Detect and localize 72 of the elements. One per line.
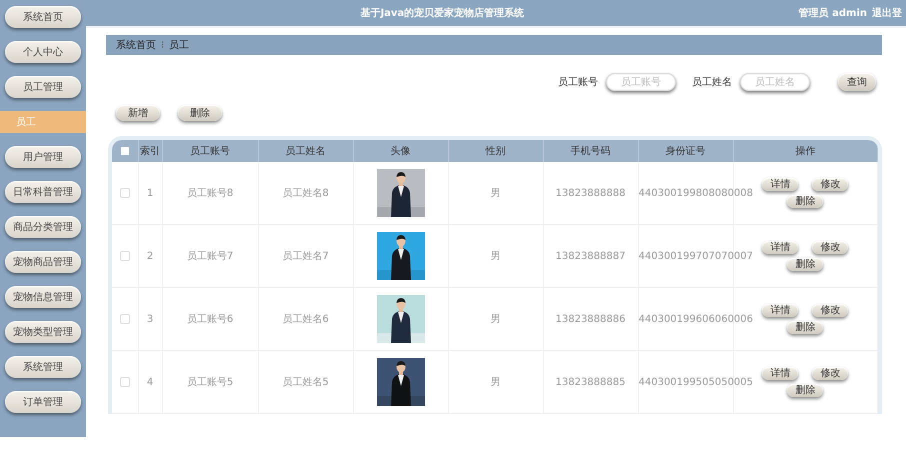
search-button[interactable]: 查询 [838,73,876,91]
sidebar-item[interactable]: 商品分类管理 [5,216,81,238]
column-header: 员工姓名 [258,140,353,162]
column-header: 头像 [353,140,448,162]
table-cell: 440300199808080008 [638,188,754,198]
search-field[interactable]: 员工账号 [606,73,676,91]
row-checkbox[interactable] [120,188,130,198]
row-action-button[interactable]: 详情 [762,241,798,254]
sidebar-item[interactable]: 日常科普管理 [5,181,81,203]
column-header: 性别 [448,140,543,162]
row-action-button[interactable]: 删除 [787,195,824,208]
table-cell: 员工账号6 [186,314,234,325]
table-cell: 13823888887 [556,250,626,262]
row-action-button[interactable]: 修改 [812,367,848,380]
sidebar-item[interactable]: 用户管理 [5,146,81,168]
table-cell: 3 [146,314,154,324]
search-field[interactable]: 员工姓名 [740,73,810,91]
row-checkbox[interactable] [120,250,130,261]
table-cell: 13823888886 [556,314,626,324]
table-cell: 440300199707070007 [638,250,754,262]
row-checkbox[interactable] [120,314,130,324]
sidebar-item[interactable]: 宠物类型管理 [5,321,81,343]
column-header: 手机号码 [543,140,638,162]
breadcrumb-link[interactable]: 员工 [169,38,190,52]
toolbar-button[interactable]: 新增 [116,105,160,121]
field-label: 员工账号 [558,76,598,89]
table-cell: 440300199606060006 [638,314,754,324]
field-label: 员工姓名 [692,76,732,89]
sidebar-item[interactable]: 系统首页 [5,6,81,28]
table-cell: 员工账号7 [186,251,234,262]
table-cell: 员工账号5 [186,377,234,388]
row-action-button[interactable]: 修改 [812,178,848,191]
sidebar-item[interactable]: 系统管理 [5,356,81,378]
row-checkbox[interactable] [120,376,130,387]
table-cell: 员工姓名5 [282,377,329,388]
column-header: 索引 [138,140,162,162]
column-header: 员工账号 [162,140,258,162]
breadcrumb-link[interactable]: 系统首页 [116,38,156,52]
table-cell: 13823888885 [556,376,626,388]
table-cell: 员工姓名8 [282,188,329,199]
sidebar-item[interactable]: 个人中心 [5,41,81,63]
sidebar-item[interactable]: 宠物信息管理 [5,286,81,308]
table-cell: 男 [490,314,500,325]
table-cell: 2 [146,250,154,262]
row-action-button[interactable]: 删除 [787,321,824,334]
row-action-button[interactable]: 详情 [762,304,798,317]
row-action-button[interactable]: 修改 [812,304,848,317]
table-cell: 440300199505050005 [638,376,754,388]
table-cell: 男 [490,188,500,199]
table-cell: 男 [490,377,500,388]
sidebar-item[interactable]: 员工管理 [5,76,81,98]
table-cell: 员工账号8 [186,188,234,199]
breadcrumb-separator: ⁝ [161,40,164,50]
toolbar-button[interactable]: 删除 [178,105,222,121]
select-all-checkbox[interactable] [120,146,129,155]
table-cell: 1 [146,188,154,198]
row-action-button[interactable]: 删除 [787,384,824,397]
table-cell: 13823888888 [556,188,626,198]
row-action-button[interactable]: 修改 [812,241,848,254]
table-cell: 4 [146,376,154,388]
column-header: 操作 [733,140,878,162]
app-title: 基于Java的宠贝爱家宠物店管理系统 [359,6,526,20]
row-action-button[interactable]: 详情 [762,367,798,380]
table-cell: 男 [490,251,500,262]
column-header: 身份证号 [638,140,733,162]
sidebar-item[interactable]: 订单管理 [5,391,81,413]
table-cell: 员工姓名6 [282,314,329,325]
table-cell: 员工姓名7 [282,251,329,262]
row-action-button[interactable]: 详情 [762,178,798,191]
sidebar-item[interactable]: 宠物商品管理 [5,251,81,273]
row-action-button[interactable]: 删除 [787,258,824,271]
user-label: 管理员 admin [798,6,867,20]
